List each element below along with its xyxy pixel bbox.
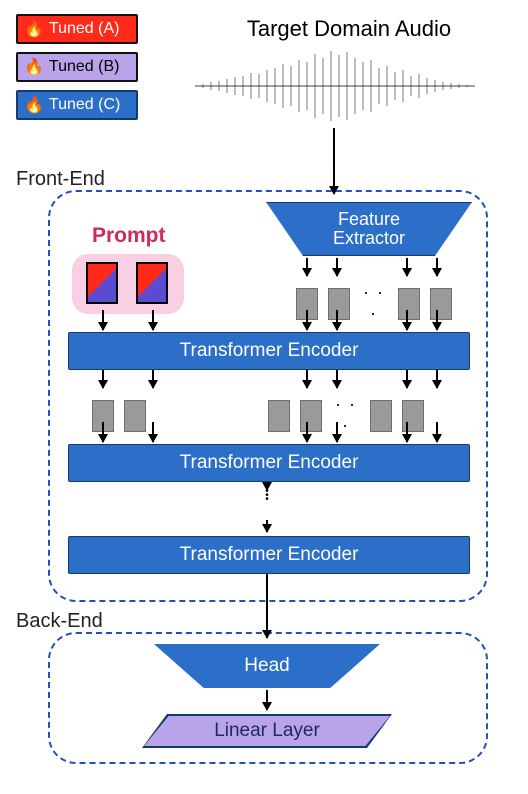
- arrow-tok-enc: [152, 310, 154, 330]
- arrow-tok-enc: [306, 422, 308, 442]
- feature-token: [430, 288, 452, 320]
- arrow-tok-enc: [102, 422, 104, 442]
- legend-label: Tuned (C): [49, 96, 120, 114]
- encoder-label: Transformer Encoder: [180, 340, 359, 362]
- arrow-fe-tok: [436, 258, 438, 276]
- arrow-enc-tok: [306, 370, 308, 388]
- arrow-input-to-feature: [333, 128, 335, 194]
- fire-icon: 🔥: [24, 95, 44, 115]
- legend-tuned-c: 🔥 Tuned (C): [16, 90, 138, 120]
- arrow-front-to-back: [266, 574, 268, 638]
- prompt-tokens: [86, 262, 168, 304]
- hidden-token: [370, 400, 392, 432]
- prompt-token: [136, 262, 168, 304]
- legend-label: Tuned (B): [49, 58, 120, 76]
- arrow-tok-enc: [102, 310, 104, 330]
- prompt-token: [86, 262, 118, 304]
- arrow-enc-tok: [336, 370, 338, 388]
- prompt-label: Prompt: [92, 224, 166, 248]
- hidden-tokens: . . .: [92, 390, 424, 432]
- linear-layer: Linear Layer: [142, 714, 392, 748]
- arrow-fe-tok: [336, 258, 338, 276]
- feature-extractor-line1: Feature: [338, 210, 400, 229]
- transformer-encoder: Transformer Encoder: [68, 444, 470, 482]
- arrow-fe-tok: [406, 258, 408, 276]
- arrow-tok-enc: [406, 310, 408, 330]
- back-end-label: Back-End: [16, 610, 103, 633]
- head-block: Head: [154, 644, 380, 688]
- feature-token: [328, 288, 350, 320]
- feature-tokens: . . .: [296, 278, 452, 320]
- linear-label: Linear Layer: [142, 714, 392, 748]
- feature-extractor: Feature Extractor: [266, 202, 472, 256]
- arrow-tok-enc: [406, 422, 408, 442]
- arrow-tok-enc: [336, 422, 338, 442]
- arrow-enc-stack: [266, 520, 268, 532]
- hidden-token: [268, 400, 290, 432]
- waveform-icon: [195, 46, 475, 126]
- arrow-enc-tok: [152, 370, 154, 388]
- feature-extractor-line2: Extractor: [333, 229, 405, 248]
- arrow-enc-tok: [406, 370, 408, 388]
- arrow-tok-enc: [436, 422, 438, 442]
- arrow-head-linear: [266, 690, 268, 710]
- legend: 🔥 Tuned (A) 🔥 Tuned (B) 🔥 Tuned (C): [16, 14, 138, 120]
- arrow-enc-tok: [102, 370, 104, 388]
- arrow-fe-tok: [306, 258, 308, 276]
- arrow-tok-enc: [436, 310, 438, 330]
- diagram-canvas: 🔥 Tuned (A) 🔥 Tuned (B) 🔥 Tuned (C) Targ…: [0, 0, 528, 794]
- feature-extractor-label: Feature Extractor: [266, 202, 472, 256]
- arrow-enc-tok: [436, 370, 438, 388]
- arrow-tok-enc: [152, 422, 154, 442]
- input-title: Target Domain Audio: [180, 16, 518, 42]
- legend-label: Tuned (A): [49, 20, 120, 38]
- front-end-label: Front-End: [16, 168, 105, 191]
- legend-tuned-b: 🔥 Tuned (B): [16, 52, 138, 82]
- hidden-token: [300, 400, 322, 432]
- fire-icon: 🔥: [24, 57, 44, 77]
- feature-token: [398, 288, 420, 320]
- arrow-tok-enc: [306, 310, 308, 330]
- ellipsis: . . .: [360, 278, 388, 320]
- arrow-tok-enc: [336, 310, 338, 330]
- transformer-encoder: Transformer Encoder: [68, 536, 470, 574]
- encoder-label: Transformer Encoder: [180, 452, 359, 474]
- head-label: Head: [154, 644, 380, 688]
- fire-icon: 🔥: [24, 19, 44, 39]
- legend-tuned-a: 🔥 Tuned (A): [16, 14, 138, 44]
- transformer-encoder: Transformer Encoder: [68, 332, 470, 370]
- vdots-icon: •••: [262, 490, 272, 502]
- encoder-label: Transformer Encoder: [180, 544, 359, 566]
- arrow-enc-stack: [266, 482, 268, 490]
- hidden-token: [124, 400, 146, 432]
